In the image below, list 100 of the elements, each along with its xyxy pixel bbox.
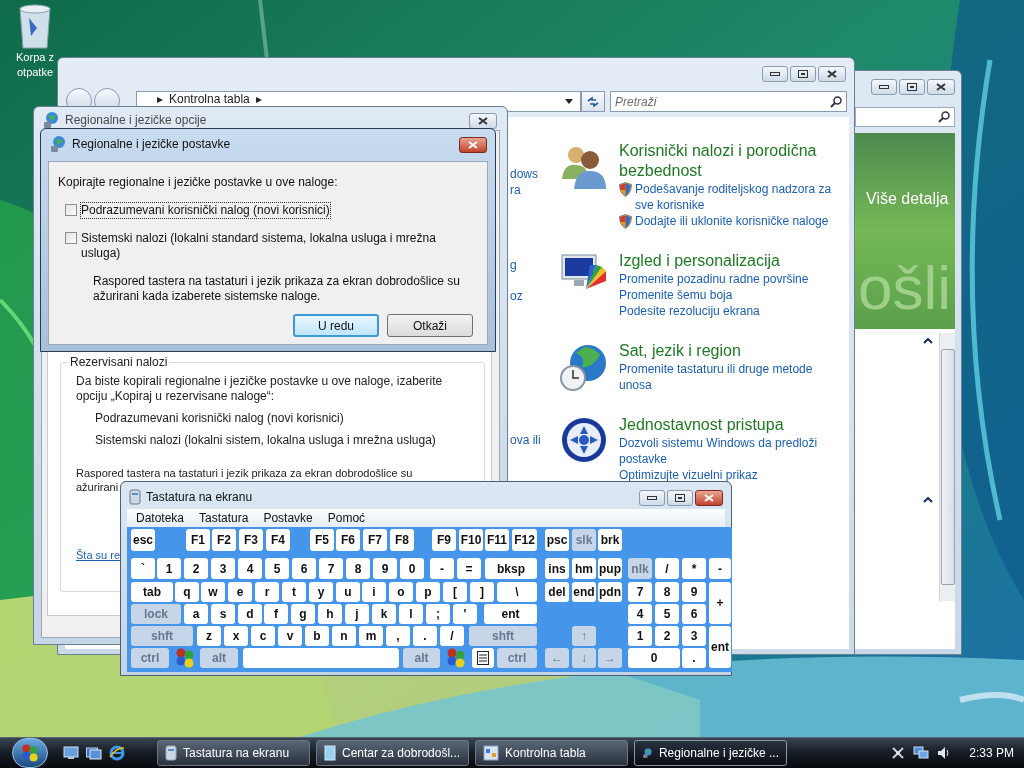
keyboard-key[interactable]: w — [201, 582, 225, 602]
keyboard-key[interactable]: F2 — [212, 529, 236, 551]
sidebar-link[interactable]: g — [510, 256, 517, 274]
keyboard-key[interactable]: 7 — [628, 582, 652, 602]
keyboard-key[interactable]: c — [251, 626, 275, 646]
keyboard-key[interactable]: end — [572, 582, 596, 602]
category-title[interactable]: Sat, jezik i region — [619, 341, 824, 361]
keyboard-key[interactable]: b — [305, 626, 329, 646]
task-link[interactable]: Podešavanje roditeljskog nadzora za sve korisnike — [635, 181, 844, 213]
keyboard-key[interactable]: / — [655, 558, 679, 579]
keyboard-key[interactable]: 9 — [682, 582, 706, 602]
keyboard-key[interactable]: ` — [131, 558, 155, 579]
menu-item[interactable]: Postavke — [263, 509, 313, 527]
scroll-thumb[interactable] — [941, 349, 955, 585]
menu-item[interactable]: Pomoć — [327, 509, 366, 527]
close-button[interactable] — [927, 79, 955, 95]
checkbox-label[interactable]: Podrazumevani korisnički nalog (novi korisnici) — [81, 203, 330, 218]
switch-windows-icon[interactable] — [86, 746, 102, 760]
task-link[interactable]: Promenite tastaturu ili druge metode unosa — [619, 361, 829, 393]
menu-item[interactable]: Datoteka — [136, 509, 185, 527]
close-button[interactable] — [695, 490, 723, 506]
keyboard-key[interactable]: p — [416, 582, 440, 602]
keyboard-key[interactable]: F4 — [266, 529, 290, 551]
keyboard-key[interactable]: ent — [709, 626, 731, 668]
keyboard-key[interactable]: v — [278, 626, 302, 646]
keyboard-key[interactable]: ent — [484, 604, 537, 624]
breadcrumb-separator[interactable]: ▸ — [157, 93, 163, 106]
keyboard-key[interactable]: F1 — [186, 529, 210, 551]
keyboard-key[interactable]: F3 — [239, 529, 263, 551]
keyboard-key[interactable]: 4 — [628, 604, 652, 624]
keyboard-key[interactable]: x — [224, 626, 248, 646]
keyboard-key[interactable]: del — [545, 582, 569, 602]
keyboard-key[interactable]: f — [264, 604, 288, 624]
sidebar-link[interactable]: dows — [510, 165, 538, 183]
keyboard-key[interactable]: s — [211, 604, 235, 624]
scrollbar[interactable] — [939, 333, 955, 601]
close-button[interactable] — [459, 137, 487, 153]
keyboard-key[interactable]: pup — [598, 558, 622, 579]
keyboard-key[interactable]: , — [386, 626, 410, 646]
keyboard-key[interactable]: 1 — [628, 626, 652, 646]
sidebar-link[interactable]: ova ili — [510, 431, 541, 449]
keyboard-key[interactable]: j — [345, 604, 369, 624]
refresh-button[interactable] — [581, 91, 605, 112]
keyboard-key[interactable]: 5 — [265, 558, 289, 579]
checkbox[interactable] — [65, 204, 77, 216]
checkbox[interactable] — [65, 232, 77, 244]
search-field[interactable] — [855, 107, 955, 127]
maximize-button[interactable] — [790, 66, 816, 82]
keyboard-key[interactable]: / — [440, 626, 464, 646]
keyboard-key[interactable]: 0 — [400, 558, 424, 579]
start-button[interactable] — [12, 738, 48, 768]
keyboard-key[interactable]: F10 — [459, 529, 483, 551]
windows-key[interactable] — [445, 648, 467, 668]
keyboard-key[interactable]: 5 — [655, 604, 679, 624]
menu-item[interactable]: Tastatura — [199, 509, 249, 527]
keyboard-key[interactable]: g — [291, 604, 315, 624]
keyboard-key[interactable]: psc — [545, 529, 569, 551]
windows-key[interactable] — [174, 648, 196, 668]
keyboard-key[interactable]: bksp — [485, 558, 537, 579]
keyboard-key[interactable]: F9 — [432, 529, 456, 551]
minimize-button[interactable] — [762, 66, 788, 82]
keyboard-key[interactable]: 3 — [682, 626, 706, 646]
keyboard-key[interactable]: e — [228, 582, 252, 602]
keyboard-key[interactable]: 3 — [211, 558, 235, 579]
category-title[interactable]: Korisnički nalozi i porodična bezbednost — [619, 141, 824, 181]
breadcrumb[interactable]: Kontrolna tabla — [169, 93, 250, 106]
keyboard-key[interactable]: ' — [453, 604, 477, 624]
taskbar-button[interactable]: Regionalne i jezičke ... — [634, 740, 787, 766]
keyboard-key[interactable]: 8 — [346, 558, 370, 579]
keyboard-key[interactable]: r — [255, 582, 279, 602]
browser-icon[interactable] — [109, 745, 125, 761]
keyboard-key[interactable]: esc — [131, 529, 155, 551]
keyboard-key[interactable]: \ — [497, 582, 537, 602]
keyboard-key[interactable]: - — [709, 558, 731, 579]
keyboard-key[interactable]: F11 — [485, 529, 509, 551]
keyboard-key[interactable]: l — [399, 604, 423, 624]
keyboard-key[interactable]: q — [175, 582, 199, 602]
keyboard-key[interactable]: F5 — [310, 529, 334, 551]
keyboard-key[interactable]: . — [682, 648, 706, 668]
keyboard-key[interactable]: 4 — [238, 558, 262, 579]
speaker-icon[interactable] — [937, 746, 952, 760]
recycle-bin-icon[interactable] — [17, 4, 53, 50]
keyboard-key[interactable]: 2 — [184, 558, 208, 579]
keyboard-key[interactable]: t — [282, 582, 306, 602]
maximize-button[interactable] — [899, 79, 925, 95]
keyboard-key[interactable]: h — [318, 604, 342, 624]
keyboard-key[interactable]: F7 — [363, 529, 387, 551]
keyboard-key[interactable]: . — [413, 626, 437, 646]
keyboard-key[interactable]: - — [430, 558, 454, 579]
taskbar-button[interactable]: Tastatura na ekranu — [157, 740, 310, 766]
sidebar-link[interactable]: ra — [510, 181, 521, 199]
keyboard-key[interactable]: n — [332, 626, 356, 646]
keyboard-key[interactable]: 2 — [655, 626, 679, 646]
keyboard-key[interactable]: brk — [598, 529, 622, 551]
dialog-button[interactable]: U redu — [293, 314, 379, 337]
minimize-button[interactable] — [871, 79, 897, 95]
keyboard-key[interactable]: 8 — [655, 582, 679, 602]
keyboard-key[interactable]: * — [682, 558, 706, 579]
keyboard-key[interactable]: + — [709, 582, 731, 624]
keyboard-key[interactable]: y — [309, 582, 333, 602]
